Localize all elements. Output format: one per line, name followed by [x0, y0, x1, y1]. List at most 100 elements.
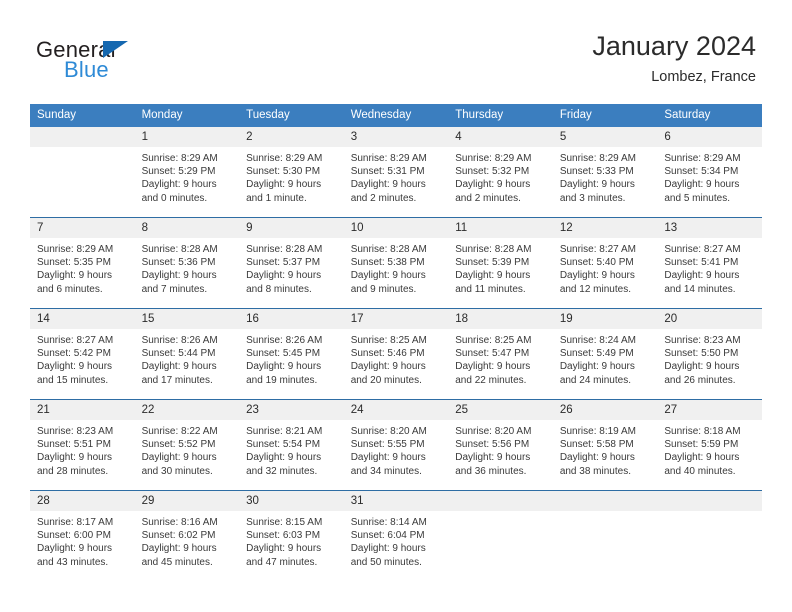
day-number: 18: [448, 309, 553, 329]
calendar-day-cell[interactable]: 31 Sunrise: 8:14 AM Sunset: 6:04 PM Dayligh…: [343, 490, 449, 581]
sunset-text: Sunset: 5:54 PM: [246, 439, 321, 451]
weekday-header-sunday: Sunday: [30, 104, 135, 127]
general-blue-logo[interactable]: General Blue: [36, 37, 236, 87]
daylight-text-line1: Daylight: 9 hours: [141, 452, 217, 464]
sunrise-text: Sunrise: 8:20 AM: [455, 426, 532, 437]
calendar-day-cell[interactable]: 7 Sunrise: 8:29 AM Sunset: 5:35 PM Daylight…: [30, 217, 135, 309]
calendar-day-cell[interactable]: 22 Sunrise: 8:22 AM Sunset: 5:52 PM Dayligh…: [134, 399, 240, 491]
day-details: Sunrise: 8:25 AM Sunset: 5:47 PM Daylight:…: [448, 329, 553, 387]
day-details: Sunrise: 8:23 AM Sunset: 5:50 PM Daylight:…: [657, 329, 762, 387]
calendar-day-cell[interactable]: 13 Sunrise: 8:27 AM Sunset: 5:41 PM Dayligh…: [657, 217, 762, 309]
calendar-day-cell[interactable]: 14 Sunrise: 8:27 AM Sunset: 5:42 PM Dayligh…: [30, 308, 135, 400]
sunset-text: Sunset: 6:00 PM: [37, 530, 111, 542]
calendar-day-cell[interactable]: 29 Sunrise: 8:16 AM Sunset: 6:02 PM Dayligh…: [134, 490, 240, 581]
daylight-text-line1: Daylight: 9 hours: [246, 452, 322, 464]
calendar-table: Sunday Monday Tuesday Wednesday Thursday…: [30, 104, 762, 581]
daylight-text-line1: Daylight: 9 hours: [246, 270, 322, 282]
calendar-week-row: 21 Sunrise: 8:23 AM Sunset: 5:51 PM Dayligh…: [30, 399, 762, 491]
daylight-text-line2: and 28 minutes.: [37, 465, 109, 477]
weekday-header-thursday: Thursday: [448, 104, 553, 127]
calendar-day-cell[interactable]: 5 Sunrise: 8:29 AM Sunset: 5:33 PM Daylight…: [552, 127, 658, 218]
calendar-day-cell[interactable]: 8 Sunrise: 8:28 AM Sunset: 5:36 PM Daylight…: [134, 217, 240, 309]
page-subtitle: Lombez, France: [651, 69, 756, 85]
day-details: Sunrise: 8:24 AM Sunset: 5:49 PM Daylight:…: [553, 329, 658, 387]
calendar-day-cell[interactable]: 26 Sunrise: 8:19 AM Sunset: 5:58 PM Dayligh…: [552, 399, 658, 491]
sunset-text: Sunset: 5:29 PM: [141, 166, 216, 178]
calendar-day-cell[interactable]: 23 Sunrise: 8:21 AM Sunset: 5:54 PM Dayligh…: [239, 399, 344, 491]
daylight-text-line1: Daylight: 9 hours: [350, 361, 426, 373]
calendar-day-cell[interactable]: 6 Sunrise: 8:29 AM Sunset: 5:34 PM Daylight…: [657, 127, 762, 218]
calendar-day-cell[interactable]: 21 Sunrise: 8:23 AM Sunset: 5:51 PM Dayligh…: [30, 399, 135, 491]
sunset-text: Sunset: 5:55 PM: [350, 439, 425, 451]
sunset-text: Sunset: 5:32 PM: [455, 166, 530, 178]
daylight-text-line1: Daylight: 9 hours: [37, 361, 113, 373]
daylight-text-line2: and 43 minutes.: [37, 556, 109, 568]
calendar-day-cell[interactable]: 27 Sunrise: 8:18 AM Sunset: 5:59 PM Dayligh…: [657, 399, 762, 491]
calendar-day-cell[interactable]: 30 Sunrise: 8:15 AM Sunset: 6:03 PM Dayligh…: [239, 490, 344, 581]
day-number: 5: [552, 127, 658, 147]
calendar-day-cell[interactable]: 16 Sunrise: 8:26 AM Sunset: 5:45 PM Dayligh…: [239, 308, 344, 400]
day-details: Sunrise: 8:27 AM Sunset: 5:41 PM Daylight:…: [657, 238, 762, 296]
calendar-day-cell[interactable]: 18 Sunrise: 8:25 AM Sunset: 5:47 PM Dayligh…: [448, 308, 553, 400]
daylight-text-line1: Daylight: 9 hours: [246, 179, 322, 191]
weekday-header-tuesday: Tuesday: [239, 104, 344, 127]
calendar-day-cell[interactable]: 25 Sunrise: 8:20 AM Sunset: 5:56 PM Dayligh…: [448, 399, 553, 491]
calendar-day-cell[interactable]: 17 Sunrise: 8:25 AM Sunset: 5:46 PM Dayligh…: [343, 308, 449, 400]
calendar-week-row: 14 Sunrise: 8:27 AM Sunset: 5:42 PM Dayligh…: [30, 308, 762, 400]
calendar-day-cell[interactable]: [552, 490, 658, 581]
daylight-text-line1: Daylight: 9 hours: [664, 270, 740, 282]
sunset-text: Sunset: 5:37 PM: [246, 257, 321, 269]
daylight-text-line1: Daylight: 9 hours: [246, 361, 322, 373]
daylight-text-line1: Daylight: 9 hours: [559, 179, 635, 191]
weekday-header-monday: Monday: [134, 104, 240, 127]
calendar-day-cell[interactable]: 12 Sunrise: 8:27 AM Sunset: 5:40 PM Dayligh…: [552, 217, 658, 309]
calendar-week-row: 28 Sunrise: 8:17 AM Sunset: 6:00 PM Dayligh…: [30, 490, 762, 581]
sunset-text: Sunset: 6:02 PM: [141, 530, 216, 542]
weekday-header-saturday: Saturday: [657, 104, 762, 127]
daylight-text-line2: and 0 minutes.: [141, 192, 208, 204]
day-number: [552, 491, 658, 511]
weekday-header-friday: Friday: [552, 104, 658, 127]
day-number: 14: [30, 309, 135, 329]
daylight-text-line1: Daylight: 9 hours: [455, 179, 531, 191]
calendar-day-cell[interactable]: 11 Sunrise: 8:28 AM Sunset: 5:39 PM Dayligh…: [448, 217, 553, 309]
daylight-text-line1: Daylight: 9 hours: [455, 361, 531, 373]
weekday-header-wednesday: Wednesday: [343, 104, 449, 127]
calendar-day-cell[interactable]: [657, 490, 762, 581]
day-number: 3: [343, 127, 449, 147]
day-details: Sunrise: 8:25 AM Sunset: 5:46 PM Daylight:…: [344, 329, 449, 387]
calendar-day-cell[interactable]: 24 Sunrise: 8:20 AM Sunset: 5:55 PM Dayligh…: [343, 399, 449, 491]
calendar-day-cell[interactable]: 3 Sunrise: 8:29 AM Sunset: 5:31 PM Daylight…: [343, 127, 449, 218]
calendar-day-cell[interactable]: 19 Sunrise: 8:24 AM Sunset: 5:49 PM Dayligh…: [552, 308, 658, 400]
sunrise-text: Sunrise: 8:29 AM: [455, 153, 532, 164]
calendar-day-cell[interactable]: 9 Sunrise: 8:28 AM Sunset: 5:37 PM Daylight…: [239, 217, 344, 309]
daylight-text-line2: and 1 minute.: [246, 192, 307, 204]
daylight-text-line1: Daylight: 9 hours: [455, 452, 531, 464]
sunrise-text: Sunrise: 8:18 AM: [664, 426, 741, 437]
sunrise-text: Sunrise: 8:29 AM: [37, 244, 114, 255]
day-number: 1: [134, 127, 240, 147]
day-number: 29: [134, 491, 240, 511]
calendar-day-cell[interactable]: 1 Sunrise: 8:29 AM Sunset: 5:29 PM Daylight…: [134, 127, 240, 218]
logo-triangle-icon: [103, 41, 128, 58]
calendar-week-row: 1 Sunrise: 8:29 AM Sunset: 5:29 PM Daylight…: [30, 127, 762, 218]
sunrise-text: Sunrise: 8:28 AM: [350, 244, 427, 255]
calendar-day-cell[interactable]: 28 Sunrise: 8:17 AM Sunset: 6:00 PM Dayligh…: [30, 490, 135, 581]
daylight-text-line2: and 7 minutes.: [141, 283, 208, 295]
calendar-day-cell[interactable]: 20 Sunrise: 8:23 AM Sunset: 5:50 PM Dayligh…: [657, 308, 762, 400]
daylight-text-line1: Daylight: 9 hours: [141, 179, 217, 191]
calendar-day-cell[interactable]: [30, 127, 135, 218]
calendar-day-cell[interactable]: 15 Sunrise: 8:26 AM Sunset: 5:44 PM Dayligh…: [134, 308, 240, 400]
daylight-text-line2: and 26 minutes.: [664, 374, 736, 386]
day-details: Sunrise: 8:29 AM Sunset: 5:32 PM Daylight:…: [448, 147, 553, 205]
day-number: 11: [448, 218, 553, 238]
daylight-text-line2: and 36 minutes.: [455, 465, 527, 477]
sunset-text: Sunset: 5:51 PM: [37, 439, 111, 451]
calendar-day-cell[interactable]: 4 Sunrise: 8:29 AM Sunset: 5:32 PM Daylight…: [448, 127, 553, 218]
calendar-day-cell[interactable]: 2 Sunrise: 8:29 AM Sunset: 5:30 PM Daylight…: [239, 127, 344, 218]
sunset-text: Sunset: 5:46 PM: [350, 348, 425, 360]
calendar-day-cell[interactable]: 10 Sunrise: 8:28 AM Sunset: 5:38 PM Dayligh…: [343, 217, 449, 309]
sunset-text: Sunset: 5:58 PM: [559, 439, 634, 451]
calendar-day-cell[interactable]: [448, 490, 553, 581]
day-number: 23: [239, 400, 344, 420]
